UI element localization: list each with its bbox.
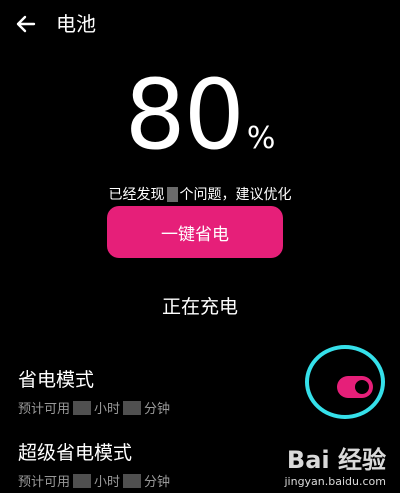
watermark: Bai 经验 jingyan.baidu.com <box>284 440 386 488</box>
page-title: 电池 <box>56 12 96 36</box>
redacted-hours <box>73 474 92 488</box>
toggle-knob <box>355 380 369 394</box>
back-arrow-icon[interactable] <box>12 10 40 38</box>
super-power-saving-mode-title: 超级省电模式 <box>18 442 133 464</box>
issues-message: 已经发现 个问题，建议优化 <box>0 184 400 204</box>
charging-status: 正在充电 <box>161 296 238 318</box>
super-power-saving-mode-item[interactable]: 超级省电模式 预计可用 小时 分钟 <box>18 441 170 490</box>
issues-prefix: 已经发现 <box>108 187 165 203</box>
power-saving-mode-title: 省电模式 <box>18 369 95 391</box>
super-power-saving-estimate: 预计可用 小时 分钟 <box>18 474 171 490</box>
redacted-minutes <box>123 401 142 415</box>
redacted-count <box>166 187 178 202</box>
one-tap-optimize-button[interactable]: 一键省电 <box>107 206 283 258</box>
redacted-minutes <box>123 474 142 488</box>
power-saving-estimate: 预计可用 小时 分钟 <box>18 401 171 417</box>
watermark-url: jingyan.baidu.com <box>284 475 386 488</box>
battery-percent-sign: % <box>246 121 276 156</box>
battery-percentage: 80% <box>0 60 400 170</box>
issues-suffix: 个问题，建议优化 <box>179 187 292 203</box>
power-saving-mode-item[interactable]: 省电模式 预计可用 小时 分钟 <box>18 368 170 417</box>
redacted-hours <box>73 401 92 415</box>
header: 电池 <box>0 0 400 48</box>
watermark-logo: Bai 经验 <box>286 446 386 474</box>
power-saving-toggle[interactable] <box>337 376 373 398</box>
battery-percent-value: 80 <box>124 59 245 171</box>
